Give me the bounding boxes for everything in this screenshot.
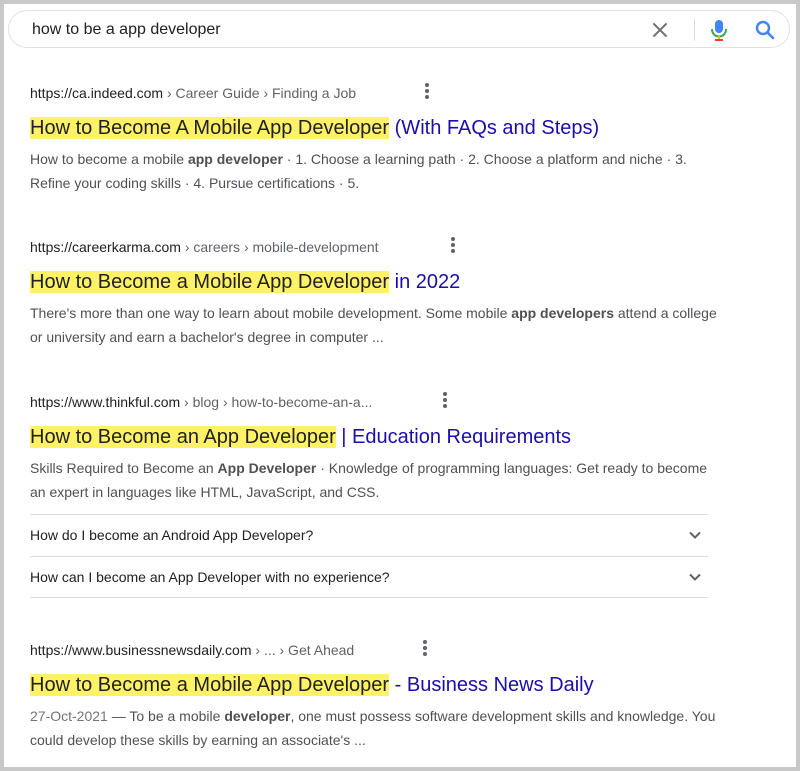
clear-search-button[interactable]: [649, 19, 671, 41]
result-url: https://www.thinkful.com: [30, 394, 181, 410]
result-title-rest: - Business News Daily: [389, 674, 594, 696]
result-title-rest: (With FAQs and Steps): [389, 117, 600, 139]
result-url: https://careerkarma.com: [30, 239, 181, 255]
result-cite[interactable]: https://www.thinkful.com › blog › how-to…: [30, 392, 730, 412]
snippet-text: How to become a mobile: [30, 151, 188, 167]
snippet-text: There's more than one way to learn about…: [30, 305, 512, 321]
result-cite[interactable]: https://careerkarma.com › careers › mobi…: [30, 237, 730, 257]
search-result: https://careerkarma.com › careers › mobi…: [30, 237, 730, 349]
result-options-button[interactable]: [447, 235, 459, 255]
result-breadcrumb: › blog › how-to-become-an-a...: [180, 394, 373, 410]
more-vert-icon: [423, 640, 427, 656]
search-result: https://ca.indeed.com › Career Guide › F…: [30, 83, 730, 195]
search-result: https://www.thinkful.com › blog › how-to…: [30, 392, 730, 504]
result-title-link[interactable]: How to Become an App Developer | Educati…: [30, 424, 730, 450]
more-vert-icon: [425, 83, 429, 99]
result-title-link[interactable]: How to Become a Mobile App Developer in …: [30, 269, 730, 295]
search-divider: [694, 19, 695, 41]
result-breadcrumb: › Career Guide › Finding a Job: [163, 85, 357, 101]
snippet-bold: App Developer: [217, 460, 317, 476]
search-input[interactable]: how to be a app developer: [32, 11, 221, 49]
result-options-button[interactable]: [421, 81, 433, 101]
result-url: https://www.businessnewsdaily.com: [30, 642, 252, 658]
result-snippet: There's more than one way to learn about…: [30, 301, 720, 349]
result-breadcrumb: › careers › mobile-development: [180, 239, 379, 255]
result-title-highlight: How to Become an App Developer: [30, 426, 336, 448]
result-title-rest: | Education Requirements: [335, 426, 572, 448]
snippet-bold: app developers: [511, 305, 614, 321]
result-cite[interactable]: https://ca.indeed.com › Career Guide › F…: [30, 83, 730, 103]
voice-search-button[interactable]: [709, 18, 729, 42]
result-url: https://ca.indeed.com: [30, 85, 164, 101]
result-options-button[interactable]: [439, 390, 451, 410]
result-title-highlight: How to Become a Mobile App Developer: [30, 271, 390, 293]
related-question-text: How can I become an App Developer with n…: [30, 569, 390, 585]
result-date: 27-Oct-2021: [30, 708, 108, 724]
related-question[interactable]: How do I become an Android App Developer…: [30, 514, 708, 556]
search-submit-button[interactable]: [753, 18, 777, 42]
result-title-link[interactable]: How to Become a Mobile App Developer - B…: [30, 672, 730, 698]
snippet-bold: developer: [224, 708, 291, 724]
snippet-text: Skills Required to Become an: [30, 460, 218, 476]
close-icon: [653, 23, 667, 37]
result-snippet: 27-Oct-2021 — To be a mobile developer, …: [30, 704, 720, 752]
result-title-link[interactable]: How to Become A Mobile App Developer (Wi…: [30, 115, 730, 141]
result-title-highlight: How to Become A Mobile App Developer: [30, 117, 390, 139]
more-vert-icon: [443, 392, 447, 408]
microphone-icon: [711, 20, 727, 41]
related-question[interactable]: How can I become an App Developer with n…: [30, 556, 708, 598]
result-title-rest: in 2022: [389, 271, 461, 293]
search-icon: [755, 20, 775, 40]
chevron-down-icon: [689, 573, 701, 581]
snippet-text: — To be a mobile: [107, 708, 225, 724]
snippet-bold: app developer: [187, 151, 283, 167]
result-snippet: Skills Required to Become an App Develop…: [30, 456, 720, 504]
related-question-text: How do I become an Android App Developer…: [30, 527, 314, 543]
result-breadcrumb: › ... › Get Ahead: [251, 642, 355, 658]
result-title-highlight: How to Become a Mobile App Developer: [30, 674, 390, 696]
search-result: https://www.businessnewsdaily.com › ... …: [30, 640, 730, 752]
search-bar[interactable]: how to be a app developer: [8, 10, 790, 48]
chevron-down-icon: [689, 531, 701, 539]
result-options-button[interactable]: [419, 638, 431, 658]
result-snippet: How to become a mobile app developer · 1…: [30, 147, 720, 195]
result-cite[interactable]: https://www.businessnewsdaily.com › ... …: [30, 640, 730, 660]
more-vert-icon: [451, 237, 455, 253]
